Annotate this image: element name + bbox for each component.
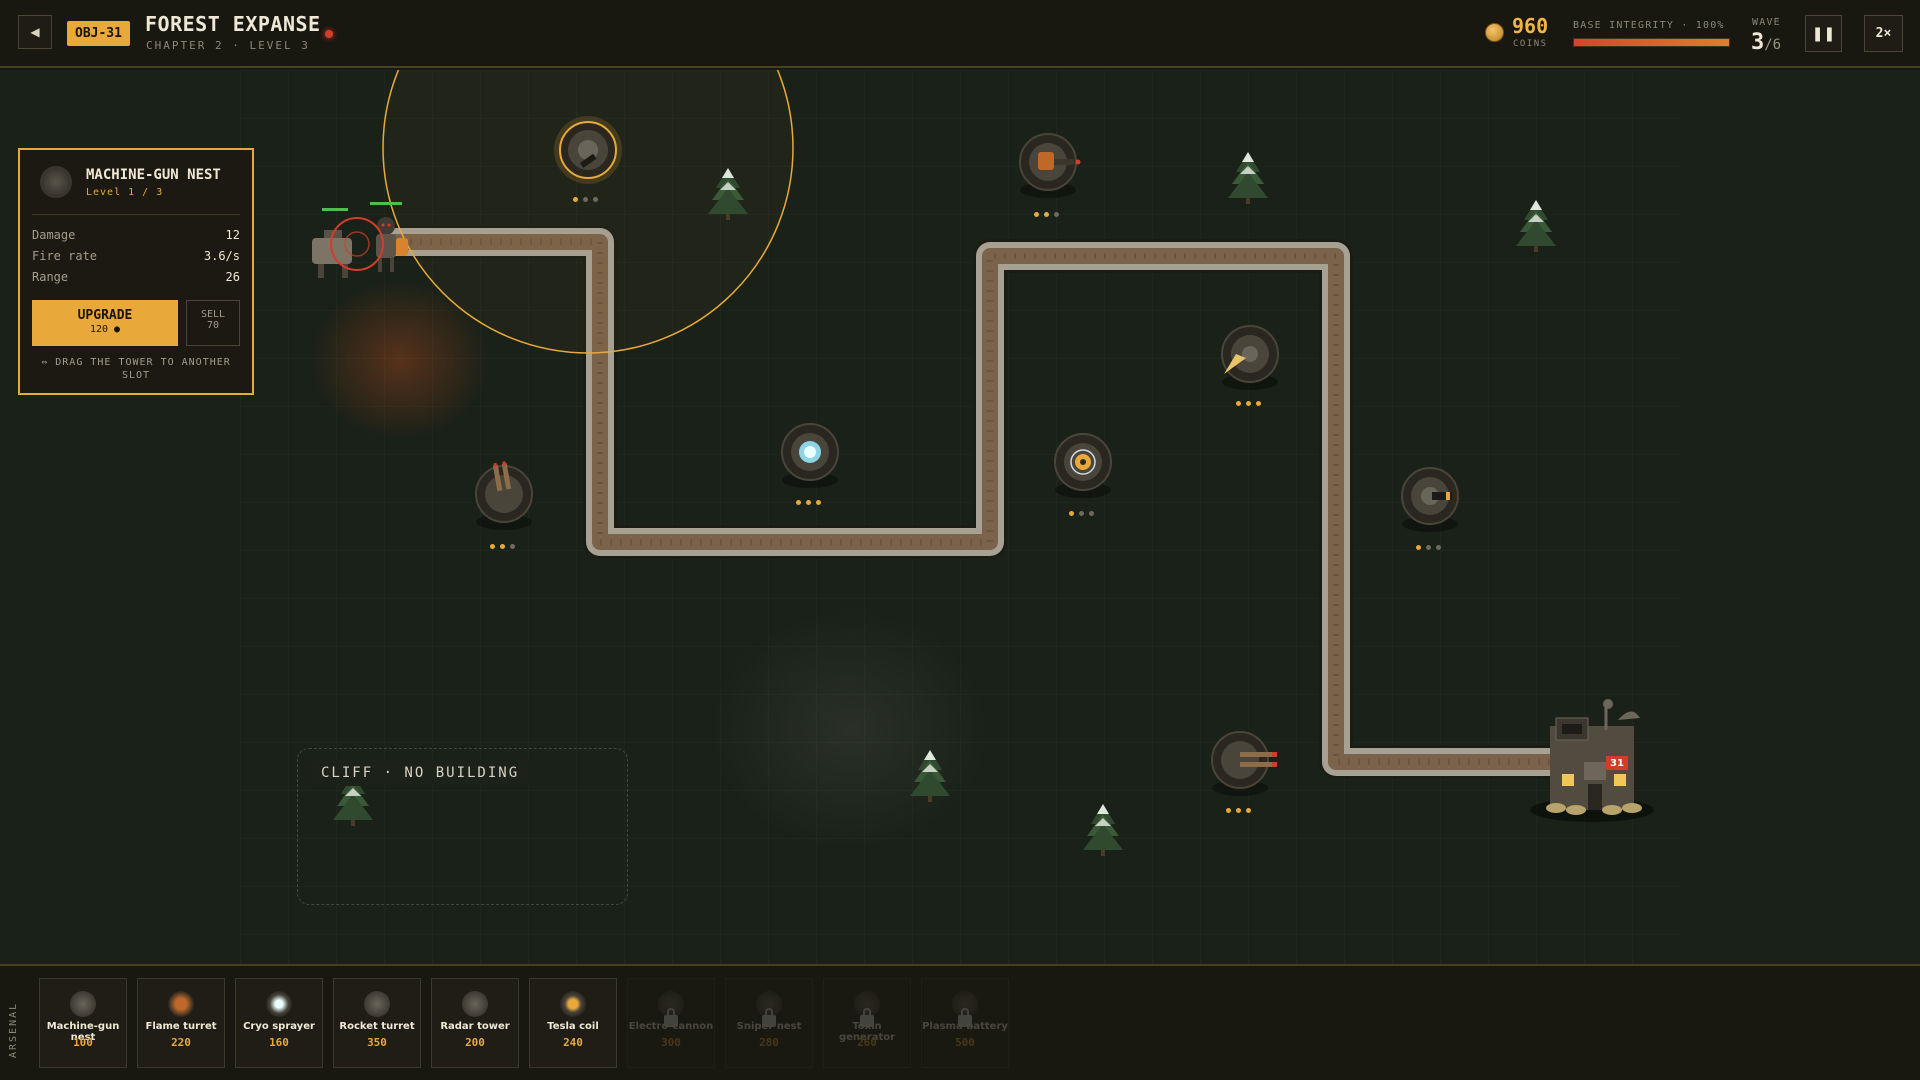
stat-value: 26 xyxy=(225,270,240,284)
flame-turret-icon xyxy=(168,991,194,1017)
tower-tesla-coil[interactable] xyxy=(1054,433,1112,498)
stat-value: 12 xyxy=(225,228,240,242)
card-price: 200 xyxy=(465,1036,485,1049)
divider xyxy=(32,214,240,215)
machine-gun-nest-icon xyxy=(70,991,96,1017)
card-price: 100 xyxy=(73,1036,93,1049)
tower-info-panel: MACHINE-GUN NEST Level 1 / 3 Damage 12 Fi… xyxy=(18,148,254,395)
arsenal-card-locked: Electro-cannon 300 xyxy=(627,978,715,1068)
stat-value: 3.6/s xyxy=(203,249,240,263)
card-price: 300 xyxy=(661,1036,681,1049)
pine-tree xyxy=(1516,200,1556,252)
tower-machine-gun-nest-selected[interactable] xyxy=(554,116,622,184)
cliff-label: CLIFF · NO BUILDING xyxy=(311,760,530,786)
tower-level: Level 1 / 3 xyxy=(86,187,164,198)
stat-label: Fire rate xyxy=(32,249,98,263)
tower-level-dots xyxy=(1226,808,1251,813)
base-integrity-bar xyxy=(1573,38,1730,47)
top-bar: ◀ OBJ-31 FOREST EXPANSE CHAPTER 2 · LEVE… xyxy=(0,0,1920,68)
wave-counter: 3/6 xyxy=(1751,30,1781,55)
tower-name: MACHINE-GUN NEST xyxy=(86,167,221,183)
wave-total: /6 xyxy=(1764,37,1782,53)
coins-value: 960 xyxy=(1512,14,1549,38)
base-integrity-fill xyxy=(1574,39,1729,46)
tower-level-dots xyxy=(1236,401,1261,406)
rocket-turret-icon xyxy=(364,991,390,1017)
tower-level-dots xyxy=(1034,212,1059,217)
sell-label: SELL xyxy=(200,309,226,320)
card-name: Tesla coil xyxy=(547,1021,599,1032)
arsenal-card-locked: Sniper nest 280 xyxy=(725,978,813,1068)
upgrade-cost: 120 ● xyxy=(89,324,121,335)
card-name: Flame turret xyxy=(145,1021,217,1032)
game-map[interactable]: 31 xyxy=(0,70,1920,964)
upgrade-label: UPGRADE xyxy=(77,308,133,323)
sell-button[interactable]: SELL 70 xyxy=(186,300,240,346)
base-integrity-label: BASE INTEGRITY · 100% xyxy=(1573,20,1725,31)
arsenal-card-locked: Plasma battery 500 xyxy=(921,978,1009,1068)
wave-current: 3 xyxy=(1751,30,1765,55)
card-name: Sniper nest xyxy=(736,1021,802,1032)
arsenal-card-flame-turret[interactable]: Flame turret 220 xyxy=(137,978,225,1068)
machine-gun-nest-icon xyxy=(40,166,72,198)
card-price: 240 xyxy=(563,1036,583,1049)
arsenal-card-machine-gun-nest[interactable]: Machine-gun nest 100 xyxy=(39,978,127,1068)
sell-value: 70 xyxy=(206,320,220,331)
level-subtitle: CHAPTER 2 · LEVEL 3 xyxy=(146,39,310,52)
cryo-sprayer-icon xyxy=(266,991,292,1017)
arsenal-label: ARSENAL xyxy=(8,1001,19,1059)
card-price: 280 xyxy=(759,1036,779,1049)
base-badge: 31 xyxy=(1606,756,1628,770)
tower-radar-tower[interactable] xyxy=(1221,325,1279,390)
tower-level-dots xyxy=(796,500,821,505)
pine-tree xyxy=(910,750,950,802)
tower-level-dots xyxy=(490,544,515,549)
radar-tower-icon xyxy=(462,991,488,1017)
objective-badge: OBJ-31 xyxy=(67,21,130,46)
card-price: 260 xyxy=(857,1036,877,1049)
card-name: Plasma battery xyxy=(922,1021,1008,1032)
level-title: FOREST EXPANSE xyxy=(145,12,321,36)
tower-level-dots xyxy=(1069,511,1094,516)
speed-button[interactable]: 2× xyxy=(1864,15,1903,52)
tower-flame-turret-top[interactable] xyxy=(1019,133,1081,198)
arsenal-card-tesla-coil[interactable]: Tesla coil 240 xyxy=(529,978,617,1068)
arsenal-card-rocket-turret[interactable]: Rocket turret 350 xyxy=(333,978,421,1068)
card-price: 500 xyxy=(955,1036,975,1049)
alert-indicator-icon xyxy=(325,30,333,38)
back-button[interactable]: ◀ xyxy=(18,15,52,49)
drag-hint: ⇔ DRAG THE TOWER TO ANOTHER SLOT xyxy=(41,357,231,381)
map-scene xyxy=(312,70,1654,856)
stat-row-fire-rate: Fire rate 3.6/s xyxy=(32,249,240,263)
card-name: Rocket turret xyxy=(339,1021,415,1032)
arsenal-card-cryo-sprayer[interactable]: Cryo sprayer 160 xyxy=(235,978,323,1068)
wave-label: WAVE xyxy=(1752,17,1781,28)
stat-row-range: Range 26 xyxy=(32,270,240,284)
tower-rocket-turret-left[interactable] xyxy=(475,461,533,530)
card-name: Electro-cannon xyxy=(628,1021,714,1032)
pause-button[interactable]: ❚❚ xyxy=(1805,15,1842,52)
tower-rocket-turret-bottom[interactable] xyxy=(1211,731,1277,796)
tower-level-dots xyxy=(573,197,598,202)
upgrade-button[interactable]: UPGRADE 120 ● xyxy=(32,300,178,346)
pine-tree xyxy=(1083,804,1123,856)
tower-machine-gun-nest-right[interactable] xyxy=(1401,467,1459,532)
stat-label: Range xyxy=(32,270,69,284)
tower-cryo-sprayer[interactable] xyxy=(781,423,839,488)
card-price: 220 xyxy=(171,1036,191,1049)
card-name: Radar tower xyxy=(440,1021,510,1032)
stat-row-damage: Damage 12 xyxy=(32,228,240,242)
tesla-coil-icon xyxy=(560,991,586,1017)
tower-level-dots xyxy=(1416,545,1441,550)
coins-label: COINS xyxy=(1513,39,1548,49)
card-name: Cryo sprayer xyxy=(243,1021,315,1032)
pine-tree xyxy=(1228,152,1268,204)
card-price: 350 xyxy=(367,1036,387,1049)
arsenal-card-radar-tower[interactable]: Radar tower 200 xyxy=(431,978,519,1068)
card-price: 160 xyxy=(269,1036,289,1049)
coin-icon xyxy=(1485,23,1504,42)
stat-label: Damage xyxy=(32,228,76,242)
arsenal-card-locked: Toxin generator 260 xyxy=(823,978,911,1068)
